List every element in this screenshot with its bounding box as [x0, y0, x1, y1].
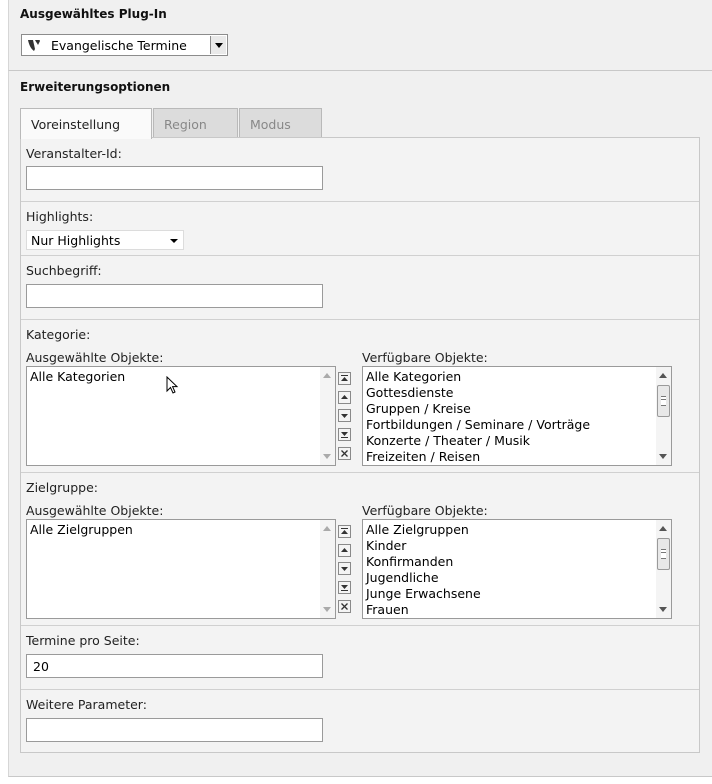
move-top-button[interactable] — [338, 525, 351, 538]
list-item[interactable]: Kinder — [366, 538, 653, 554]
move-top-icon — [341, 375, 348, 381]
divider — [21, 625, 699, 626]
list-item[interactable]: Alle Zielgruppen — [366, 522, 653, 538]
divider — [21, 319, 699, 320]
veranstalter-id-label: Veranstalter-Id: — [26, 146, 122, 161]
scroll-up-icon[interactable] — [659, 373, 667, 378]
veranstalter-id-input[interactable] — [26, 166, 323, 190]
move-bottom-button[interactable] — [338, 428, 351, 441]
move-down-button[interactable] — [338, 562, 351, 575]
scroll-down-icon[interactable] — [659, 454, 667, 459]
divider — [21, 689, 699, 690]
scroll-down-icon[interactable] — [323, 607, 331, 612]
zielgruppe-available-list[interactable]: Alle Zielgruppen Kinder Konfirmanden Jug… — [362, 519, 672, 619]
zielgruppe-label: Zielgruppe: — [26, 480, 98, 495]
move-up-button[interactable] — [338, 391, 351, 404]
move-down-icon — [341, 414, 348, 418]
list-item[interactable]: Frauen — [366, 602, 653, 618]
tab-region[interactable]: Region — [153, 108, 238, 138]
remove-icon — [341, 450, 348, 457]
list-item[interactable]: Freizeiten / Reisen — [366, 449, 653, 465]
termine-pro-seite-input[interactable] — [26, 654, 323, 678]
scroll-up-icon[interactable] — [323, 526, 331, 531]
divider — [21, 255, 699, 256]
plugin-section-title: Ausgewähltes Plug-In — [20, 7, 167, 21]
scrollbar[interactable] — [656, 367, 671, 465]
move-bottom-icon — [341, 585, 348, 591]
divider — [21, 201, 699, 202]
weitere-parameter-label: Weitere Parameter: — [26, 697, 147, 712]
suchbegriff-label: Suchbegriff: — [26, 263, 102, 278]
tab-modus[interactable]: Modus — [239, 108, 322, 138]
scroll-up-icon[interactable] — [323, 373, 331, 378]
chevron-down-icon[interactable] — [210, 36, 226, 54]
termine-pro-seite-label: Termine pro Seite: — [26, 633, 140, 648]
plugin-select-value: Evangelische Termine — [51, 38, 187, 53]
selected-plugin-section: Ausgewähltes Plug-In Evangelische Termin… — [8, 0, 712, 71]
tab-voreinstellung[interactable]: Voreinstellung — [20, 108, 152, 139]
move-up-icon — [341, 548, 348, 552]
move-top-button[interactable] — [338, 372, 351, 385]
move-down-icon — [341, 567, 348, 571]
highlights-select[interactable]: Nur Highlights — [26, 230, 184, 250]
move-bottom-button[interactable] — [338, 581, 351, 594]
scrollbar[interactable] — [656, 520, 671, 618]
remove-button[interactable] — [338, 447, 351, 460]
chevron-down-icon — [170, 239, 178, 243]
scrollbar-thumb[interactable] — [657, 385, 670, 417]
typo3-logo-icon — [28, 40, 40, 51]
scrollbar-thumb[interactable] — [657, 538, 670, 570]
move-top-icon — [341, 528, 348, 534]
mouse-cursor-icon — [166, 376, 179, 394]
list-item[interactable]: Alle Zielgruppen — [30, 522, 317, 538]
kategorie-available-list[interactable]: Alle Kategorien Gottesdienste Gruppen / … — [362, 366, 672, 466]
list-item[interactable]: Fortbildungen / Seminare / Vorträge — [366, 417, 653, 433]
options-section-title: Erweiterungsoptionen — [20, 80, 171, 94]
kategorie-available-label: Verfügbare Objekte: — [362, 350, 488, 365]
zielgruppe-selected-list[interactable]: Alle Zielgruppen — [26, 519, 336, 619]
list-item[interactable]: Konzerte / Theater / Musik — [366, 433, 653, 449]
list-item[interactable]: Alle Kategorien — [366, 369, 653, 385]
move-up-icon — [341, 395, 348, 399]
list-item[interactable]: Gottesdienste — [366, 385, 653, 401]
zielgruppe-selected-label: Ausgewählte Objekte: — [26, 503, 164, 518]
list-item[interactable]: Gruppen / Kreise — [366, 401, 653, 417]
scroll-down-icon[interactable] — [323, 454, 331, 459]
scrollbar[interactable] — [320, 367, 335, 465]
list-item[interactable]: Jugendliche — [366, 570, 653, 586]
remove-button[interactable] — [338, 600, 351, 613]
highlights-label: Highlights: — [26, 209, 94, 224]
scrollbar[interactable] — [320, 520, 335, 618]
suchbegriff-input[interactable] — [26, 284, 323, 308]
kategorie-label: Kategorie: — [26, 327, 91, 342]
scroll-down-icon[interactable] — [659, 607, 667, 612]
remove-icon — [341, 603, 348, 610]
weitere-parameter-input[interactable] — [26, 718, 323, 742]
plugin-select[interactable]: Evangelische Termine — [21, 34, 228, 56]
scroll-up-icon[interactable] — [659, 526, 667, 531]
list-item[interactable]: Konfirmanden — [366, 554, 653, 570]
zielgruppe-available-label: Verfügbare Objekte: — [362, 503, 488, 518]
move-bottom-icon — [341, 432, 348, 438]
kategorie-selected-label: Ausgewählte Objekte: — [26, 350, 164, 365]
move-up-button[interactable] — [338, 544, 351, 557]
kategorie-selected-list[interactable]: Alle Kategorien — [26, 366, 336, 466]
highlights-select-value: Nur Highlights — [31, 233, 121, 248]
divider — [21, 472, 699, 473]
list-item[interactable]: Junge Erwachsene — [366, 586, 653, 602]
move-down-button[interactable] — [338, 409, 351, 422]
